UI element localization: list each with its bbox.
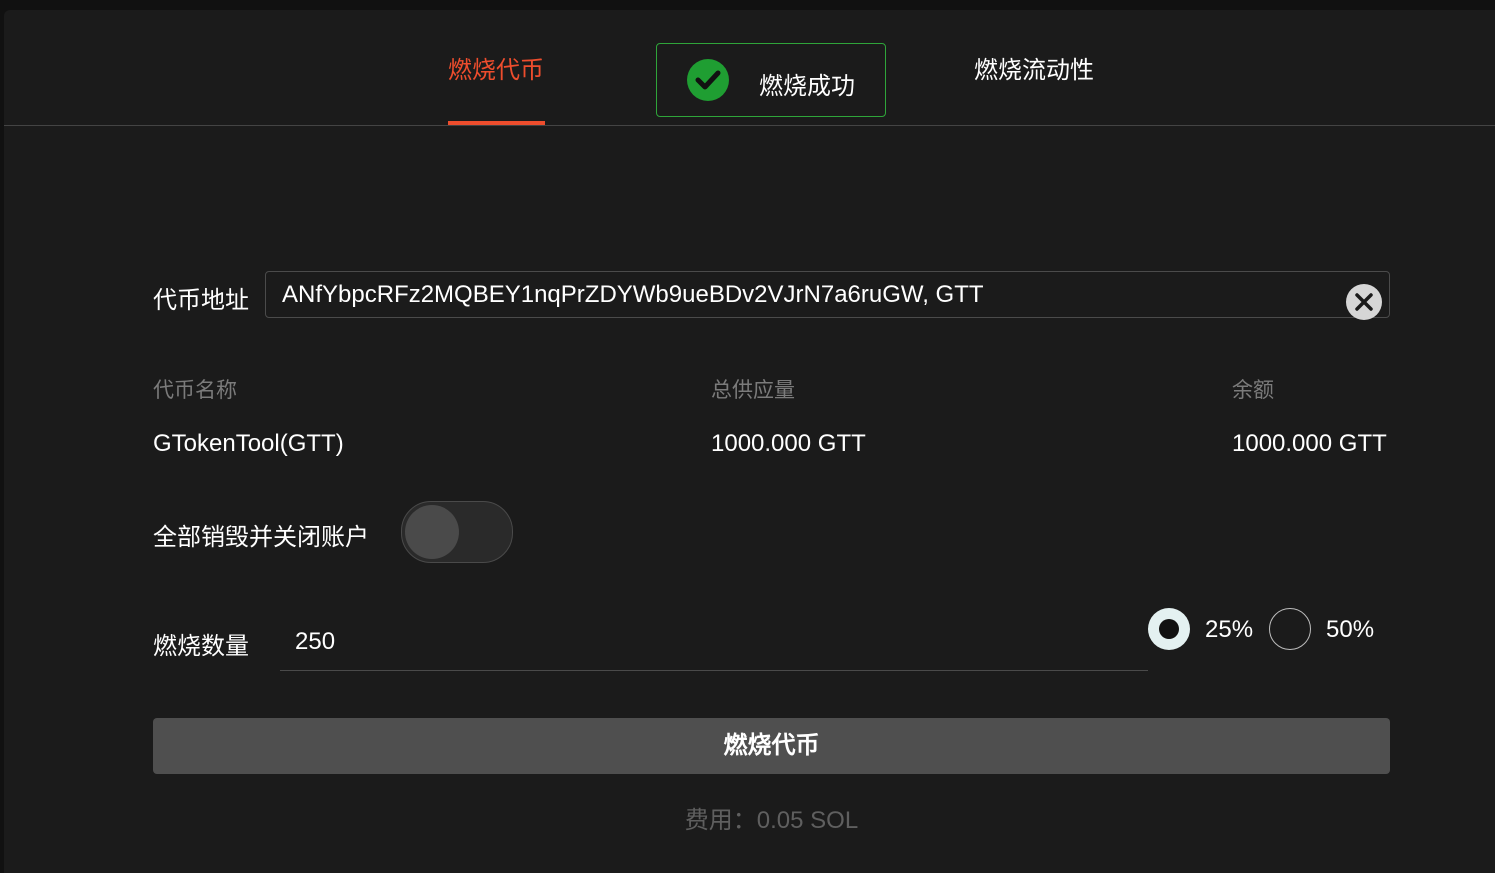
tab-burn-liquidity[interactable]: 燃烧流动性 xyxy=(974,50,1094,85)
amount-label: 燃烧数量 xyxy=(153,633,249,660)
toggle-knob xyxy=(405,505,459,559)
burn-panel: 燃烧代币 燃烧流动性 燃烧成功 代币地址 代币名称 总供应量 余额 GToken… xyxy=(4,10,1495,873)
radio-25-percent[interactable] xyxy=(1148,608,1190,650)
tab-bar: 燃烧代币 燃烧流动性 燃烧成功 xyxy=(4,10,1495,126)
close-account-toggle[interactable] xyxy=(401,501,513,563)
balance-header: 余额 xyxy=(1232,379,1274,402)
total-supply-header: 总供应量 xyxy=(711,379,795,402)
burn-token-button[interactable]: 燃烧代币 xyxy=(153,718,1390,774)
address-field xyxy=(265,271,1390,320)
tab-burn-token[interactable]: 燃烧代币 xyxy=(448,50,544,85)
toast-message: 燃烧成功 xyxy=(759,73,855,100)
close-account-label: 全部销毁并关闭账户 xyxy=(153,524,369,551)
balance-value: 1000.000 GTT xyxy=(1232,430,1387,457)
token-name-value: GTokenTool(GTT) xyxy=(153,430,344,457)
check-circle-icon xyxy=(687,59,729,101)
radio-25-label[interactable]: 25% xyxy=(1205,616,1253,644)
amount-input[interactable] xyxy=(280,613,1148,671)
radio-50-label[interactable]: 50% xyxy=(1326,616,1374,644)
fee-text: 费用：0.05 SOL xyxy=(684,807,859,834)
address-label: 代币地址 xyxy=(153,287,249,314)
radio-50-percent[interactable] xyxy=(1269,608,1311,650)
token-name-header: 代币名称 xyxy=(153,379,237,402)
address-input[interactable] xyxy=(266,272,1336,317)
active-tab-indicator xyxy=(448,121,545,125)
total-supply-value: 1000.000 GTT xyxy=(711,430,866,457)
success-toast: 燃烧成功 xyxy=(656,43,886,117)
close-circle-icon[interactable] xyxy=(1346,284,1382,320)
